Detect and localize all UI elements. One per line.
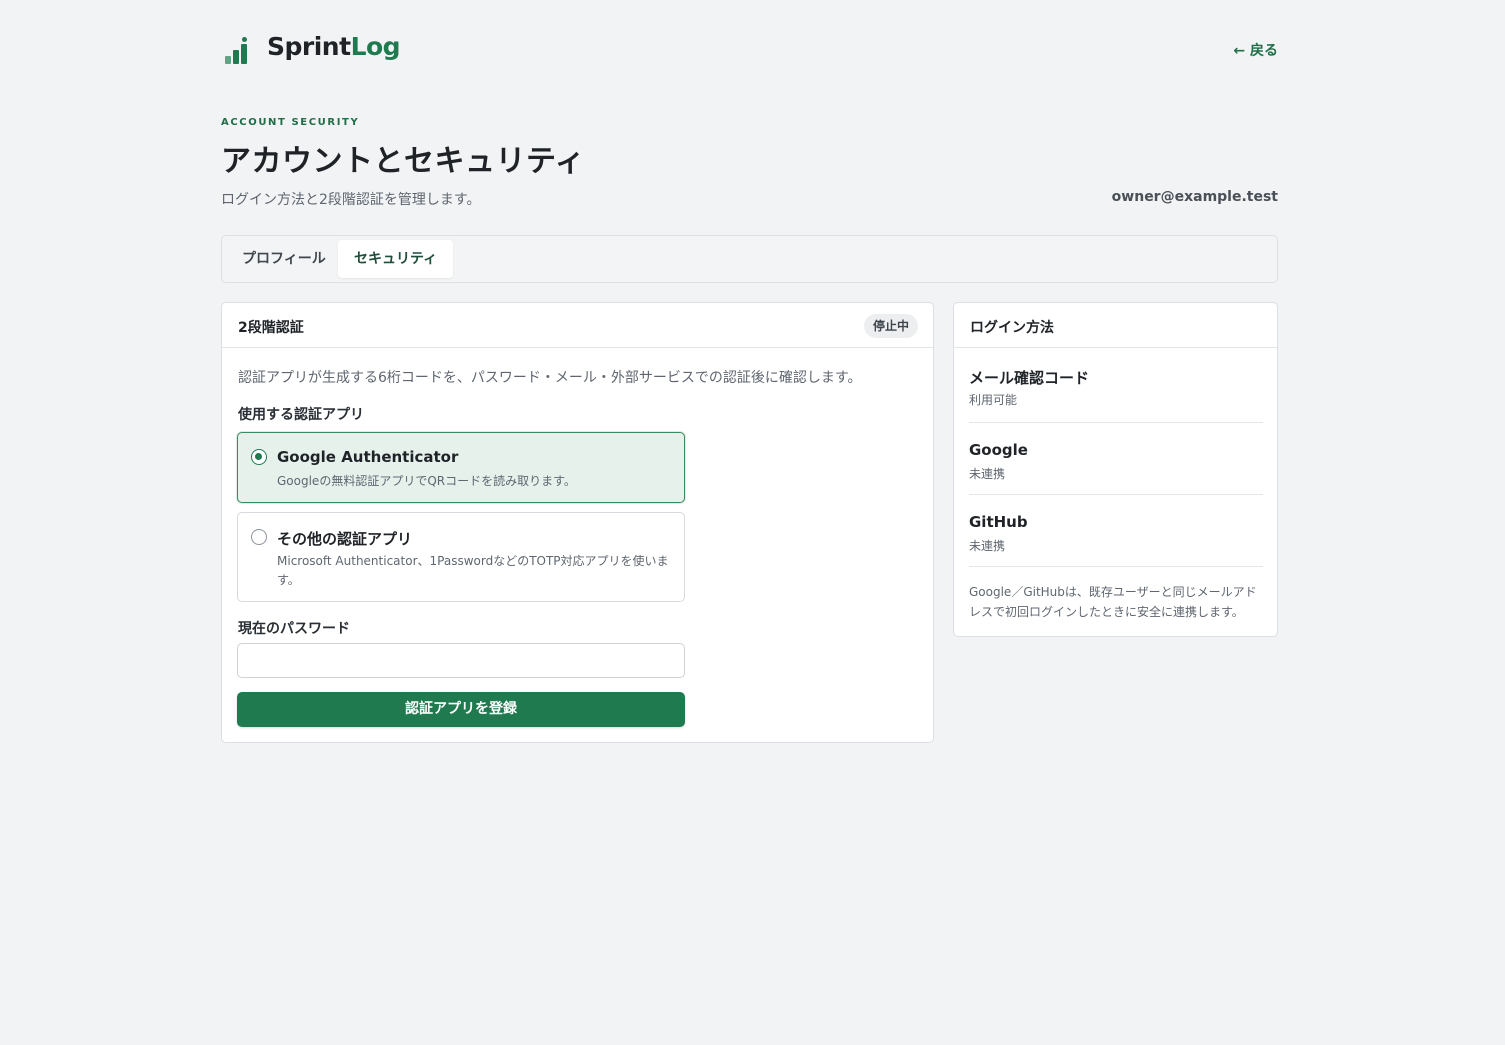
tab-security[interactable]: セキュリティ — [338, 240, 454, 278]
login-method-email-code: メール確認コード 利用可能 — [969, 349, 1263, 423]
login-method-google: Google 未連携 — [969, 423, 1263, 495]
login-methods-note: Google／GitHubは、既存ユーザーと同じメールアドレスで初回ログインした… — [969, 585, 1257, 619]
brand-name: SprintLog — [267, 32, 401, 61]
brand-name-part1: Sprint — [267, 32, 351, 61]
page-title: アカウントとセキュリティ — [221, 144, 586, 179]
register-authenticator-button[interactable]: 認証アプリを登録 — [237, 692, 685, 727]
status-badge: 停止中 — [863, 314, 918, 338]
authenticator-app-label: 使用する認証アプリ — [238, 407, 364, 423]
login-methods-header: ログイン方法 — [954, 303, 1277, 348]
option-description: Microsoft Authenticator、1PasswordなどのTOTP… — [277, 554, 669, 587]
login-method-status: 未連携 — [969, 467, 1006, 481]
login-methods-card: ログイン方法 メール確認コード 利用可能 Google 未連携 GitHub 未… — [953, 302, 1278, 637]
radio-unselected-icon[interactable] — [251, 529, 267, 545]
tab-bar: プロフィール セキュリティ — [221, 235, 1278, 283]
brand-name-part2: Log — [350, 32, 401, 61]
brand-logo[interactable] — [225, 36, 251, 64]
login-method-status: 利用可能 — [969, 393, 1018, 407]
option-description: Googleの無料認証アプリでQRコードを読み取ります。 — [277, 474, 576, 488]
login-method-status: 未連携 — [969, 539, 1006, 553]
bar-chart-logo-icon — [225, 37, 251, 64]
login-method-github: GitHub 未連携 — [969, 495, 1263, 567]
two-factor-card-header: 2段階認証 停止中 — [222, 303, 933, 348]
option-title: その他の認証アプリ — [277, 530, 413, 548]
tab-profile[interactable]: プロフィール — [226, 240, 342, 278]
current-password-label: 現在のパスワード — [238, 621, 350, 637]
back-link[interactable]: ← 戻る — [1233, 40, 1278, 60]
two-factor-card: 2段階認証 停止中 認証アプリが生成する6桁コードを、パスワード・メール・外部サ… — [221, 302, 934, 743]
login-method-name: GitHub — [969, 513, 1028, 531]
login-method-name: Google — [969, 441, 1028, 459]
page-subtitle: ログイン方法と2段階認証を管理します。 — [221, 192, 481, 208]
radio-selected-icon[interactable] — [251, 449, 267, 465]
top-bar: SprintLog ← 戻る — [221, 30, 1278, 70]
page-eyebrow: ACCOUNT SECURITY — [221, 117, 360, 128]
option-google-authenticator[interactable]: Google Authenticator Googleの無料認証アプリでQRコー… — [237, 432, 685, 503]
login-methods-title: ログイン方法 — [970, 320, 1054, 336]
current-password-input[interactable] — [237, 643, 685, 678]
user-email: owner@example.test — [1111, 189, 1278, 205]
two-factor-title: 2段階認証 — [238, 320, 304, 336]
two-factor-description: 認証アプリが生成する6桁コードを、パスワード・メール・外部サービスでの認証後に確… — [238, 370, 862, 386]
login-method-name: メール確認コード — [969, 369, 1090, 387]
option-other-authenticator[interactable]: その他の認証アプリ Microsoft Authenticator、1Passw… — [237, 512, 685, 602]
option-title: Google Authenticator — [277, 448, 459, 466]
